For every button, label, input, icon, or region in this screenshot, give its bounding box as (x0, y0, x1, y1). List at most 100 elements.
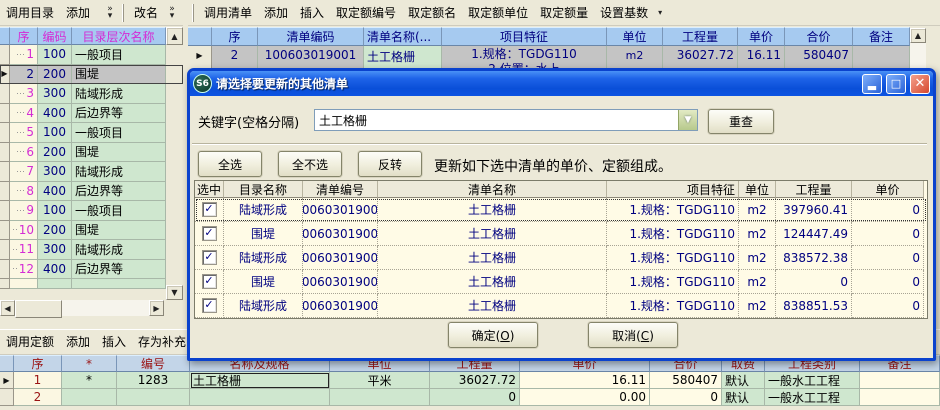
tree-row[interactable]: 11300陆域形成 (0, 240, 183, 260)
scroll-left-button[interactable]: ◀ (0, 300, 15, 316)
column-header-list-code[interactable]: 清单编号 (303, 181, 378, 198)
menu-catalog[interactable]: 调用目录 (0, 3, 60, 23)
column-header-list-name[interactable]: 清单名称 (378, 181, 607, 198)
chevron-down-icon: ▾ (170, 13, 175, 20)
tree-row[interactable]: 5100一般项目 (0, 123, 183, 143)
column-header-price[interactable]: 单价 (738, 27, 785, 46)
ok-button[interactable]: 确定(O) (448, 322, 538, 348)
combo-dropdown-button[interactable]: ▼ (678, 110, 697, 130)
column-header-feature[interactable]: 项目特征 (442, 27, 607, 46)
get-quota-qty-button[interactable]: 取定额量 (534, 3, 594, 23)
tree-row[interactable]: 12400后边界等 (0, 260, 183, 280)
candidate-row[interactable]: ✓ 陆域形成 100603019001 土工格栅 1.规格：TGDG110 m2… (195, 198, 927, 222)
column-header-list-code[interactable]: 清单编码 (258, 27, 364, 46)
column-header-code[interactable]: 编码 (38, 27, 72, 45)
column-header-feature[interactable]: 项目特征 (607, 181, 739, 198)
scroll-up-button[interactable]: ▲ (910, 28, 926, 43)
row-checkbox[interactable]: ✓ (195, 270, 224, 294)
candidate-row[interactable]: ✓ 陆域形成 100603019001 土工格栅 1.规格：TGDG110 m2… (195, 246, 927, 270)
row-indicator (0, 104, 10, 124)
column-header-unit[interactable]: 单位 (607, 27, 663, 46)
row-checkbox[interactable]: ✓ (195, 294, 224, 318)
tree-name: 陆域形成 (72, 162, 166, 182)
column-header-dir-name[interactable]: 目录名称 (224, 181, 303, 198)
requery-button[interactable]: 重查 (708, 109, 774, 134)
scroll-down-button[interactable]: ▼ (166, 285, 183, 300)
scroll-up-button[interactable]: ▲ (166, 27, 183, 45)
rename-button[interactable]: 改名 (128, 3, 164, 23)
column-header-seq[interactable]: 序 (10, 27, 38, 45)
tree-row[interactable]: 3300陆域形成 (0, 84, 183, 104)
tree-row[interactable]: 6200围堤 (0, 143, 183, 163)
close-button[interactable]: ✕ (910, 74, 930, 94)
select-none-button[interactable]: 全不选 (278, 151, 342, 177)
quota-row[interactable]: ▶ 1 * 1283 土工格栅 平米 36027.72 16.11 580407… (0, 372, 940, 389)
tree-code: 400 (38, 104, 72, 124)
list-add-button[interactable]: 添加 (258, 3, 294, 23)
tree-seq: 3 (10, 84, 38, 104)
column-header-unit[interactable]: 单位 (739, 181, 776, 198)
column-header-seq[interactable]: 序 (14, 355, 62, 372)
list-insert-button[interactable]: 插入 (294, 3, 330, 23)
tree-row[interactable]: 7300陆域形成 (0, 162, 183, 182)
candidate-dir: 陆域形成 (224, 246, 303, 270)
column-header-note[interactable]: 备注 (853, 27, 910, 46)
tree-row-selected[interactable]: ▶2200围堤 (0, 65, 183, 85)
maximize-button[interactable]: □ (886, 74, 906, 94)
row-checkbox[interactable]: ✓ (195, 246, 224, 270)
column-header-total[interactable]: 合价 (785, 27, 853, 46)
get-quota-name-button[interactable]: 取定额名 (402, 3, 462, 23)
keyword-input[interactable] (315, 110, 678, 130)
tree-name: 后边界等 (72, 260, 166, 280)
catalog-add-button[interactable]: 添加 (60, 3, 96, 23)
get-quota-code-button[interactable]: 取定额编号 (330, 3, 402, 23)
row-checkbox[interactable]: ✓ (195, 198, 224, 222)
quota-insert-button[interactable]: 插入 (96, 332, 132, 352)
tree-row[interactable]: 9100一般项目 (0, 201, 183, 221)
toolbar-overflow-button[interactable]: » ▾ (102, 3, 118, 23)
get-quota-unit-button[interactable]: 取定额单位 (462, 3, 534, 23)
dialog-titlebar[interactable]: S6 请选择要更新的其他清单 ▬ □ ✕ (190, 71, 933, 96)
toolbar-overflow-button[interactable]: » ▾ (164, 3, 180, 23)
menu-quota[interactable]: 调用定额 (0, 332, 60, 352)
candidate-row[interactable]: ✓ 陆域形成 100603019001 土工格栅 1.规格：TGDG110 m2… (195, 294, 927, 318)
column-header-code[interactable]: 编号 (117, 355, 190, 372)
tree-row[interactable]: 1100一般项目 (0, 45, 183, 65)
quota-add-button[interactable]: 添加 (60, 332, 96, 352)
column-header-checked[interactable]: 选中 (195, 181, 224, 198)
candidate-row[interactable]: ✓ 围堤 100603019001 土工格栅 1.规格：TGDG110 m2 1… (195, 222, 927, 246)
quota-row[interactable]: 2 0 0.00 0 默认 一般水工工程 (0, 389, 940, 406)
chevron-down-icon[interactable]: ▾ (654, 8, 666, 17)
tree-code: 200 (38, 221, 72, 241)
row-checkbox[interactable]: ✓ (195, 222, 224, 246)
candidate-row[interactable]: ✓ 围堤 100603019001 土工格栅 1.规格：TGDG110 m2 0… (195, 270, 927, 294)
invert-selection-button[interactable]: 反转 (358, 151, 422, 177)
tree-row[interactable]: 4400后边界等 (0, 104, 183, 124)
scroll-right-button[interactable]: ▶ (149, 300, 164, 316)
set-base-button[interactable]: 设置基数 (594, 3, 654, 23)
vertical-scrollbar[interactable]: ▲ (910, 28, 926, 70)
select-all-button[interactable]: 全选 (198, 151, 262, 177)
minimize-button[interactable]: ▬ (862, 74, 882, 94)
menu-list[interactable]: 调用清单 (198, 3, 258, 23)
app-icon: S6 (193, 74, 212, 93)
save-as-supplement-button[interactable]: 存为补充 (132, 332, 192, 352)
column-header-name[interactable]: 目录层次名称 (72, 27, 166, 45)
column-header-price[interactable]: 单价 (852, 181, 924, 198)
scrollbar-thumb[interactable] (15, 300, 62, 318)
tree-seq: 4 (10, 104, 38, 124)
column-header-seq[interactable]: 序 (212, 27, 258, 46)
candidate-code: 100603019001 (303, 294, 378, 318)
tree-code: 200 (38, 65, 72, 85)
cancel-button[interactable]: 取消(C) (588, 322, 678, 348)
keyword-combobox[interactable]: ▼ (314, 109, 698, 131)
column-header-qty[interactable]: 工程量 (663, 27, 738, 46)
tree-row[interactable]: 10200围堤 (0, 221, 183, 241)
tree-row[interactable]: 8400后边界等 (0, 182, 183, 202)
column-header-qty[interactable]: 工程量 (776, 181, 852, 198)
column-header-star[interactable]: * (62, 355, 117, 372)
horizontal-scrollbar[interactable]: ◀ ▶ (0, 300, 164, 316)
quota-name-selected-cell[interactable]: 土工格栅 (190, 372, 330, 389)
tree-code: 300 (38, 84, 72, 104)
column-header-list-name[interactable]: 清单名称(... (364, 27, 442, 46)
